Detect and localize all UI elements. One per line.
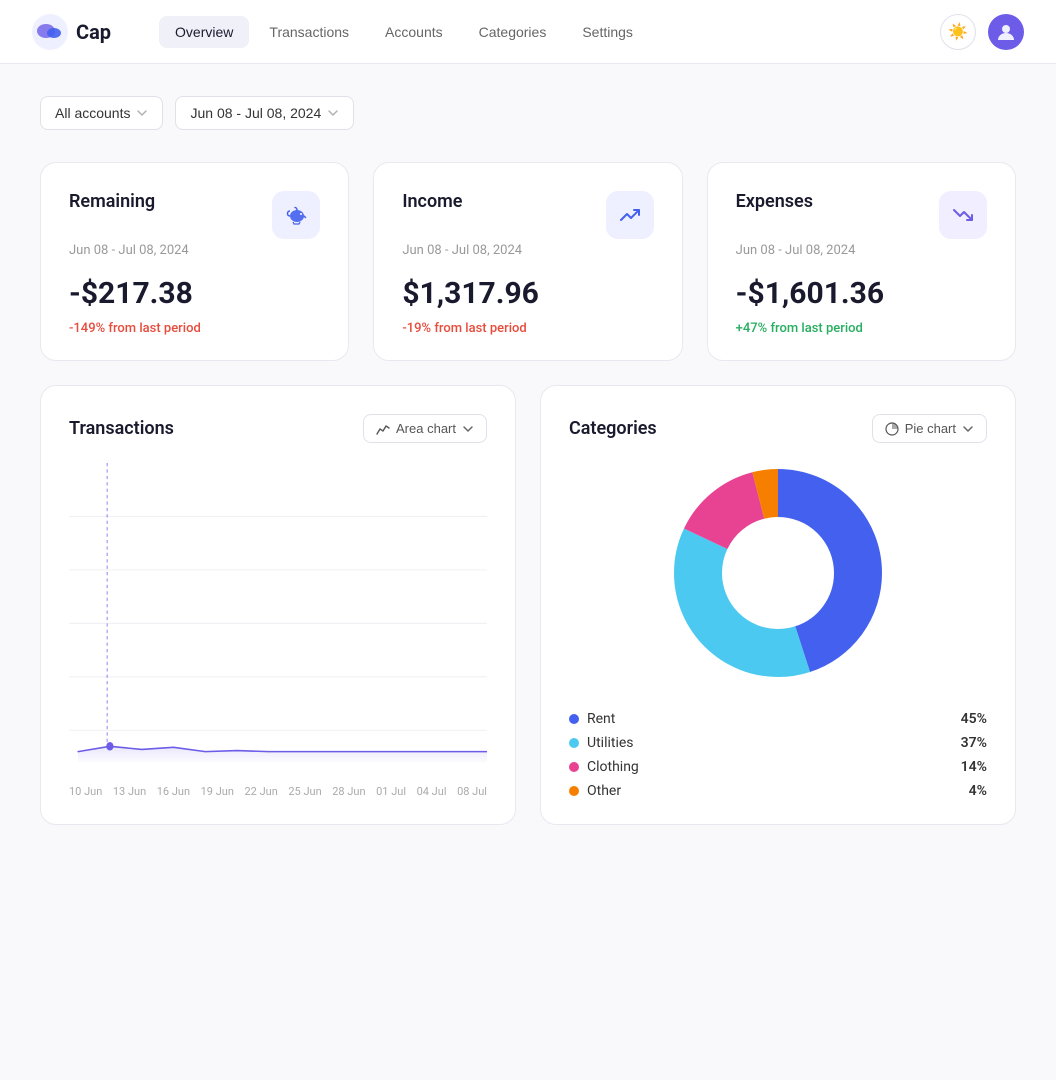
transactions-chart-title: Transactions [69,418,174,439]
pie-legend: Rent 45% Utilities 37% Clothing 14% [569,707,987,803]
x-label-8: 01 Jul [376,785,406,798]
chevron-down-icon [462,423,474,435]
x-label-6: 25 Jun [288,785,321,798]
main-content: All accounts Jun 08 - Jul 08, 2024 Remai… [0,64,1056,857]
other-label: Other [587,783,961,799]
remaining-icon [272,191,320,239]
filters-bar: All accounts Jun 08 - Jul 08, 2024 [40,96,1016,130]
legend-utilities: Utilities 37% [569,731,987,755]
expenses-icon [939,191,987,239]
rent-pct: 45% [961,711,987,727]
piggy-bank-icon [284,203,308,227]
expenses-card-header: Expenses [736,191,987,239]
theme-toggle-button[interactable]: ☀️ [940,14,976,50]
rent-dot [569,714,579,724]
accounts-filter-label: All accounts [55,105,130,121]
logo-text: Cap [76,20,111,44]
expenses-date: Jun 08 - Jul 08, 2024 [736,243,987,258]
income-date: Jun 08 - Jul 08, 2024 [402,243,653,258]
income-card-header: Income [402,191,653,239]
pie-chart-svg [668,463,888,683]
avatar-icon [996,22,1016,42]
pie-chart-icon [885,422,899,436]
avatar[interactable] [988,14,1024,50]
utilities-label: Utilities [587,735,953,751]
remaining-title: Remaining [69,191,155,212]
summary-cards: Remaining Jun 08 - Jul 08, 2024 -$217.38… [40,162,1016,361]
remaining-date: Jun 08 - Jul 08, 2024 [69,243,320,258]
expenses-card: Expenses Jun 08 - Jul 08, 2024 -$1,601.3… [707,162,1016,361]
utilities-pct: 37% [961,735,987,751]
expenses-title: Expenses [736,191,813,212]
income-icon [606,191,654,239]
clothing-pct: 14% [961,759,987,775]
trending-up-icon [618,203,642,227]
expenses-change: +47% from last period [736,321,987,336]
categories-chart-card: Categories Pie chart [540,385,1016,825]
remaining-card-header: Remaining [69,191,320,239]
nav-overview[interactable]: Overview [159,16,249,48]
chevron-down-icon [136,107,148,119]
other-pct: 4% [969,783,987,799]
accounts-filter-button[interactable]: All accounts [40,96,163,130]
categories-chart-header: Categories Pie chart [569,414,987,443]
nav-right: ☀️ [940,14,1024,50]
pie-chart-container: Rent 45% Utilities 37% Clothing 14% [569,463,987,803]
clothing-dot [569,762,579,772]
x-label-5: 22 Jun [245,785,278,798]
nav-links: Overview Transactions Accounts Categorie… [159,16,940,48]
utilities-dot [569,738,579,748]
chevron-down-icon [327,107,339,119]
nav-accounts[interactable]: Accounts [369,16,459,48]
date-range-filter-button[interactable]: Jun 08 - Jul 08, 2024 [175,96,354,130]
income-change: -19% from last period [402,321,653,336]
remaining-card: Remaining Jun 08 - Jul 08, 2024 -$217.38… [40,162,349,361]
x-label-4: 19 Jun [201,785,234,798]
trending-down-icon [951,203,975,227]
area-chart: 10 Jun 13 Jun 16 Jun 19 Jun 22 Jun 25 Ju… [69,463,487,773]
categories-chart-title: Categories [569,418,657,439]
date-range-label: Jun 08 - Jul 08, 2024 [190,105,321,121]
navbar: Cap Overview Transactions Accounts Categ… [0,0,1056,64]
area-chart-svg [69,463,487,773]
pie-chart-type-selector[interactable]: Pie chart [872,414,987,443]
x-label-10: 08 Jul [457,785,487,798]
x-label-3: 16 Jun [157,785,190,798]
legend-other: Other 4% [569,779,987,803]
logo[interactable]: Cap [32,14,111,50]
income-amount: $1,317.96 [402,276,653,311]
transactions-chart-header: Transactions Area chart [69,414,487,443]
charts-section: Transactions Area chart [40,385,1016,825]
expenses-amount: -$1,601.36 [736,276,987,311]
x-label-2: 13 Jun [113,785,146,798]
pie-chart-type-label: Pie chart [905,421,956,436]
logo-icon [32,14,68,50]
income-card: Income Jun 08 - Jul 08, 2024 $1,317.96 -… [373,162,682,361]
other-dot [569,786,579,796]
remaining-amount: -$217.38 [69,276,320,311]
nav-categories[interactable]: Categories [463,16,563,48]
income-title: Income [402,191,462,212]
x-label-1: 10 Jun [69,785,102,798]
chart-type-label: Area chart [396,421,456,436]
area-chart-icon [376,422,390,436]
rent-label: Rent [587,711,953,727]
legend-clothing: Clothing 14% [569,755,987,779]
nav-settings[interactable]: Settings [566,16,649,48]
remaining-change: -149% from last period [69,321,320,336]
nav-transactions[interactable]: Transactions [253,16,365,48]
x-label-7: 28 Jun [332,785,365,798]
transactions-chart-card: Transactions Area chart [40,385,516,825]
chevron-down-icon [962,423,974,435]
legend-rent: Rent 45% [569,707,987,731]
chart-type-selector[interactable]: Area chart [363,414,487,443]
clothing-label: Clothing [587,759,953,775]
x-axis-labels: 10 Jun 13 Jun 16 Jun 19 Jun 22 Jun 25 Ju… [69,777,487,798]
x-label-9: 04 Jul [417,785,447,798]
